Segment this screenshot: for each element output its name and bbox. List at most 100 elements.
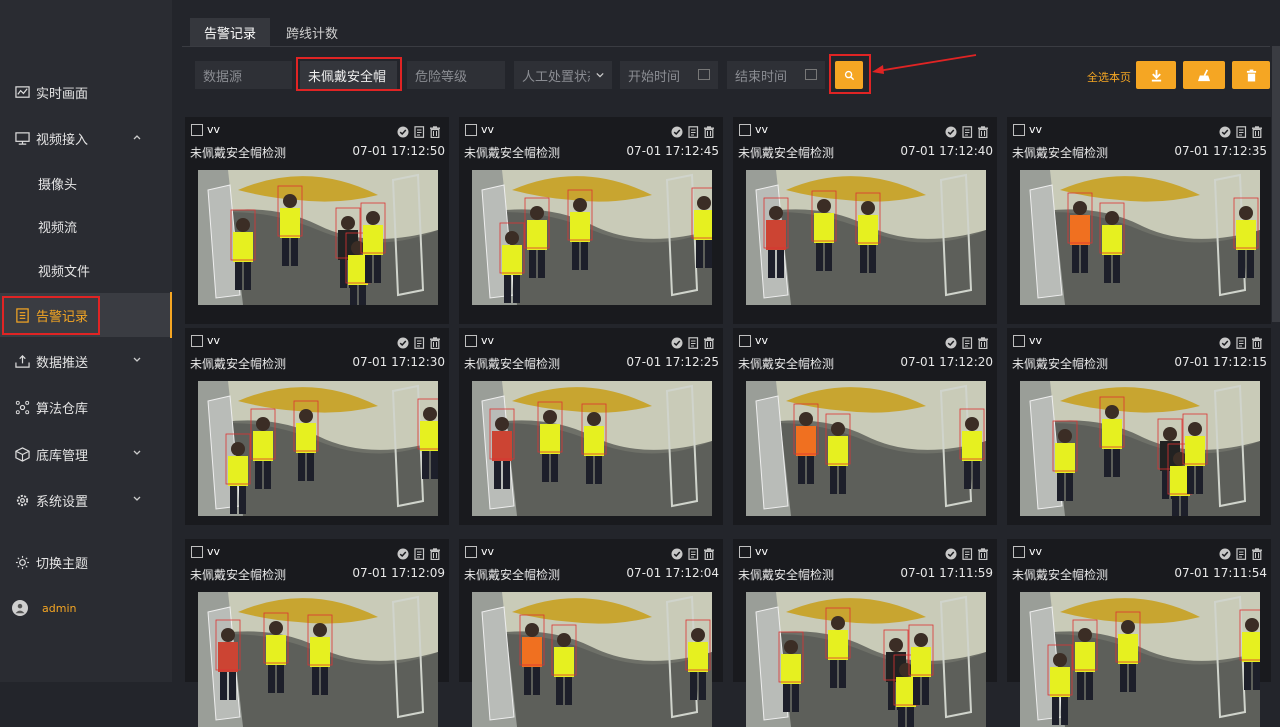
trash-icon[interactable] <box>703 123 715 139</box>
alarm-card[interactable]: vv 未佩戴安全帽检测 07-01 17:12:04 <box>459 539 723 727</box>
trash-icon[interactable] <box>703 545 715 561</box>
trash-icon[interactable] <box>429 123 441 139</box>
select-checkbox[interactable] <box>465 335 477 347</box>
sidebar-subitem-camera[interactable]: 摄像头 <box>0 161 172 205</box>
check-circle-icon[interactable] <box>671 545 683 560</box>
alarm-card[interactable]: vv 未佩戴安全帽检测 07-01 17:12:30 <box>185 328 449 525</box>
scrollbar[interactable] <box>1272 46 1280 322</box>
trash-icon[interactable] <box>1251 123 1263 139</box>
document-icon[interactable] <box>413 545 425 560</box>
check-circle-icon[interactable] <box>671 123 683 138</box>
alarm-card[interactable]: vv 未佩戴安全帽检测 07-01 17:12:35 <box>1007 117 1271 324</box>
sidebar-item-video-access[interactable]: 视频接入 <box>0 116 172 160</box>
alarm-card[interactable]: vv 未佩戴安全帽检测 07-01 17:12:20 <box>733 328 997 525</box>
check-circle-icon[interactable] <box>397 334 409 349</box>
delete-button[interactable] <box>1232 61 1270 89</box>
select-checkbox[interactable] <box>1013 335 1025 347</box>
sidebar-item-live-view[interactable]: 实时画面 <box>0 70 172 114</box>
trash-icon[interactable] <box>429 334 441 350</box>
document-icon[interactable] <box>413 123 425 138</box>
document-icon[interactable] <box>1235 123 1247 138</box>
user-menu[interactable]: admin <box>0 586 172 630</box>
end-time-input[interactable]: 结束时间 <box>727 61 825 89</box>
alarm-card[interactable]: vv 未佩戴安全帽检测 07-01 17:12:40 <box>733 117 997 324</box>
select-all-page-link[interactable]: 全选本页 <box>1087 69 1131 85</box>
document-icon[interactable] <box>961 545 973 560</box>
data-source-select[interactable]: 数据源 <box>195 61 292 89</box>
select-checkbox[interactable] <box>465 124 477 136</box>
alarm-snapshot-image[interactable] <box>198 381 438 516</box>
download-icon <box>1151 69 1161 82</box>
alarm-card[interactable]: vv 未佩戴安全帽检测 07-01 17:11:54 <box>1007 539 1271 727</box>
alarm-card[interactable]: vv 未佩戴安全帽检测 07-01 17:12:45 <box>459 117 723 324</box>
alarm-snapshot-image[interactable] <box>1020 592 1260 727</box>
sidebar-item-system-settings[interactable]: 系统设置 <box>0 478 172 522</box>
select-checkbox[interactable] <box>739 335 751 347</box>
document-icon[interactable] <box>1235 334 1247 349</box>
sidebar-item-switch-theme[interactable]: 切换主题 <box>0 540 172 584</box>
select-checkbox[interactable] <box>465 546 477 558</box>
alarm-snapshot-image[interactable] <box>1020 381 1260 516</box>
check-circle-icon[interactable] <box>397 123 409 138</box>
alarm-card[interactable]: vv 未佩戴安全帽检测 07-01 17:12:25 <box>459 328 723 525</box>
document-icon[interactable] <box>1235 545 1247 560</box>
check-circle-icon[interactable] <box>945 334 957 349</box>
trash-icon[interactable] <box>977 123 989 139</box>
trash-icon[interactable] <box>703 334 715 350</box>
sidebar-subitem-stream[interactable]: 视频流 <box>0 204 172 248</box>
alarm-snapshot-image[interactable] <box>746 381 986 516</box>
trash-icon[interactable] <box>1251 545 1263 561</box>
select-checkbox[interactable] <box>739 124 751 136</box>
alarm-snapshot-image[interactable] <box>746 170 986 305</box>
check-circle-icon[interactable] <box>1219 545 1231 560</box>
select-checkbox[interactable] <box>191 124 203 136</box>
download-button[interactable] <box>1136 61 1176 89</box>
check-circle-icon[interactable] <box>1219 123 1231 138</box>
document-icon[interactable] <box>687 123 699 138</box>
select-checkbox[interactable] <box>191 546 203 558</box>
select-checkbox[interactable] <box>1013 124 1025 136</box>
upload-tray-icon <box>14 353 30 369</box>
document-icon[interactable] <box>961 123 973 138</box>
trash-icon[interactable] <box>1251 334 1263 350</box>
alarm-snapshot-image[interactable] <box>198 592 438 727</box>
select-checkbox[interactable] <box>1013 546 1025 558</box>
alarm-card[interactable]: vv 未佩戴安全帽检测 07-01 17:12:50 <box>185 117 449 324</box>
alarm-snapshot-image[interactable] <box>472 170 712 305</box>
trash-icon[interactable] <box>977 545 989 561</box>
alarm-snapshot-image[interactable] <box>472 592 712 727</box>
alarm-snapshot-image[interactable] <box>198 170 438 305</box>
alarm-snapshot-image[interactable] <box>1020 170 1260 305</box>
card-source: vv <box>1029 334 1043 347</box>
alarm-card[interactable]: vv 未佩戴安全帽检测 07-01 17:12:09 <box>185 539 449 727</box>
check-circle-icon[interactable] <box>945 545 957 560</box>
tab-alarm-records[interactable]: 告警记录 <box>190 18 270 46</box>
trash-icon[interactable] <box>977 334 989 350</box>
sidebar-item-library-management[interactable]: 底库管理 <box>0 432 172 476</box>
check-circle-icon[interactable] <box>1219 334 1231 349</box>
sidebar-subitem-video-file[interactable]: 视频文件 <box>0 248 172 292</box>
document-icon[interactable] <box>413 334 425 349</box>
alarm-card[interactable]: vv 未佩戴安全帽检测 07-01 17:12:15 <box>1007 328 1271 525</box>
check-circle-icon[interactable] <box>671 334 683 349</box>
trash-icon[interactable] <box>429 545 441 561</box>
start-time-placeholder: 开始时间 <box>628 69 681 85</box>
document-icon[interactable] <box>961 334 973 349</box>
card-source: vv <box>1029 123 1043 136</box>
alarm-snapshot-image[interactable] <box>472 381 712 516</box>
select-checkbox[interactable] <box>739 546 751 558</box>
document-icon[interactable] <box>687 334 699 349</box>
tab-line-crossing-count[interactable]: 跨线计数 <box>276 18 348 46</box>
document-icon[interactable] <box>687 545 699 560</box>
danger-level-select[interactable]: 危险等级 <box>407 61 505 89</box>
sidebar-item-algorithm-store[interactable]: 算法仓库 <box>0 385 172 429</box>
alarm-snapshot-image[interactable] <box>746 592 986 727</box>
check-circle-icon[interactable] <box>397 545 409 560</box>
batch-handle-button[interactable] <box>1183 61 1225 89</box>
sidebar-item-data-push[interactable]: 数据推送 <box>0 339 172 383</box>
alarm-card[interactable]: vv 未佩戴安全帽检测 07-01 17:11:59 <box>733 539 997 727</box>
manual-status-select[interactable]: 人工处置状态 <box>514 61 612 89</box>
select-checkbox[interactable] <box>191 335 203 347</box>
check-circle-icon[interactable] <box>945 123 957 138</box>
start-time-input[interactable]: 开始时间 <box>620 61 718 89</box>
